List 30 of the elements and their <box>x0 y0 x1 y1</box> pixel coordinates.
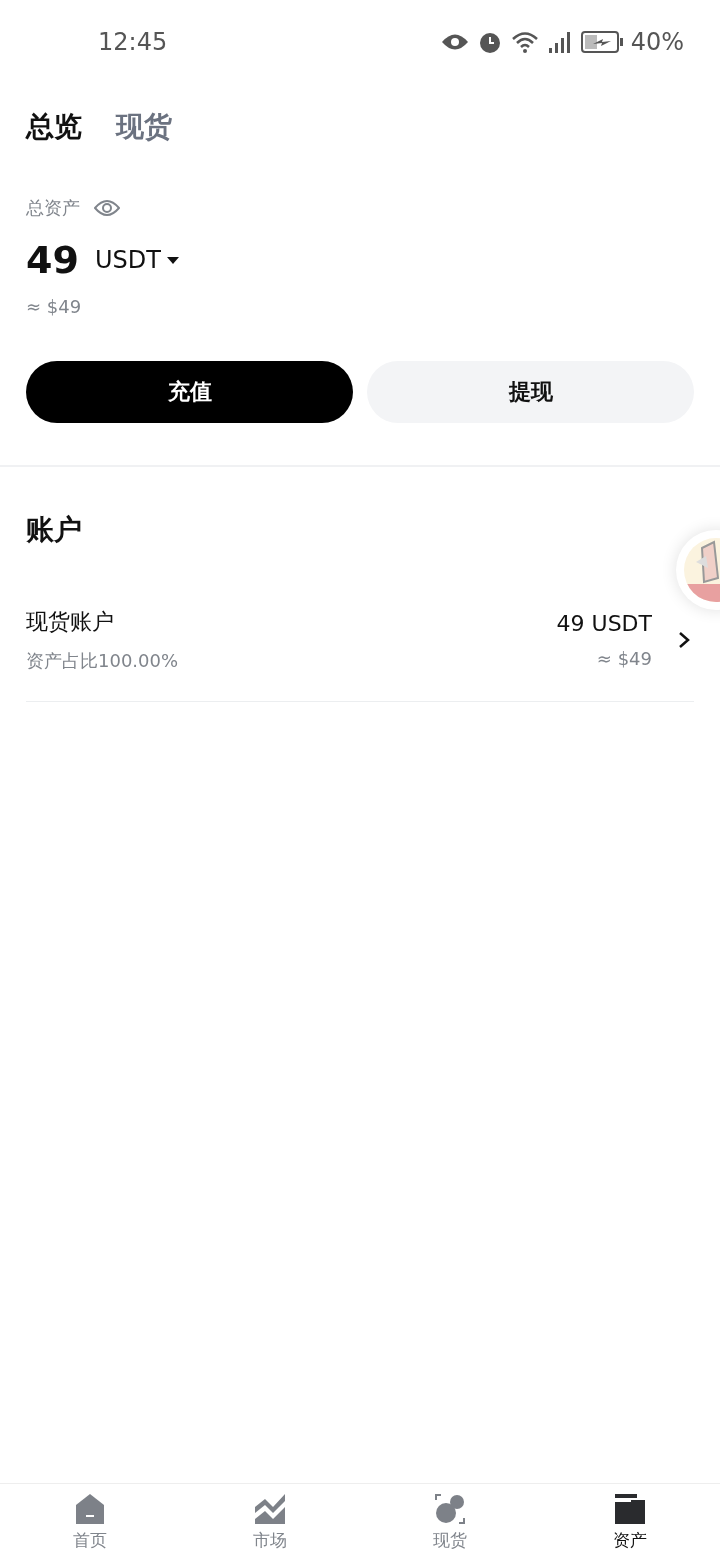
home-icon <box>74 1492 106 1525</box>
signal-icon <box>546 30 573 54</box>
nav-item[interactable]: 市场 <box>180 1484 360 1560</box>
account-approx: ≈ $49 <box>596 648 652 669</box>
total-amount: 49 <box>26 238 79 282</box>
section-title: 账户 <box>26 512 83 548</box>
circles-icon <box>434 1492 466 1525</box>
chevron-right-icon[interactable] <box>678 631 690 649</box>
battery-icon <box>580 31 623 53</box>
tab[interactable]: 总览 <box>26 108 82 146</box>
nav-item[interactable]: 资产 <box>540 1484 720 1560</box>
account-amount: 49 USDT <box>556 611 652 636</box>
chart-icon <box>254 1492 286 1525</box>
eye-icon[interactable] <box>94 199 120 217</box>
wallet-icon <box>614 1492 646 1525</box>
caret-icon <box>166 256 179 264</box>
approx-value: ≈ $49 <box>26 296 83 317</box>
nav-item[interactable]: 首页 <box>0 1484 180 1560</box>
withdraw-button[interactable]: 提现 <box>367 361 694 423</box>
tab[interactable]: 现货 <box>116 108 172 146</box>
currency-selector[interactable]: USDT <box>94 246 179 274</box>
wifi-icon <box>510 30 539 54</box>
asset-share: 资产占比100.00% <box>26 649 179 673</box>
nav-item[interactable]: 现货 <box>360 1484 540 1560</box>
total-assets-label: 总资产 <box>26 196 80 220</box>
status-time: 12:45 <box>98 28 168 56</box>
deposit-button[interactable]: 充值 <box>26 361 353 423</box>
account-name: 现货账户 <box>26 608 114 636</box>
battery-percent: 40% <box>630 28 684 56</box>
eye-icon <box>440 33 469 51</box>
